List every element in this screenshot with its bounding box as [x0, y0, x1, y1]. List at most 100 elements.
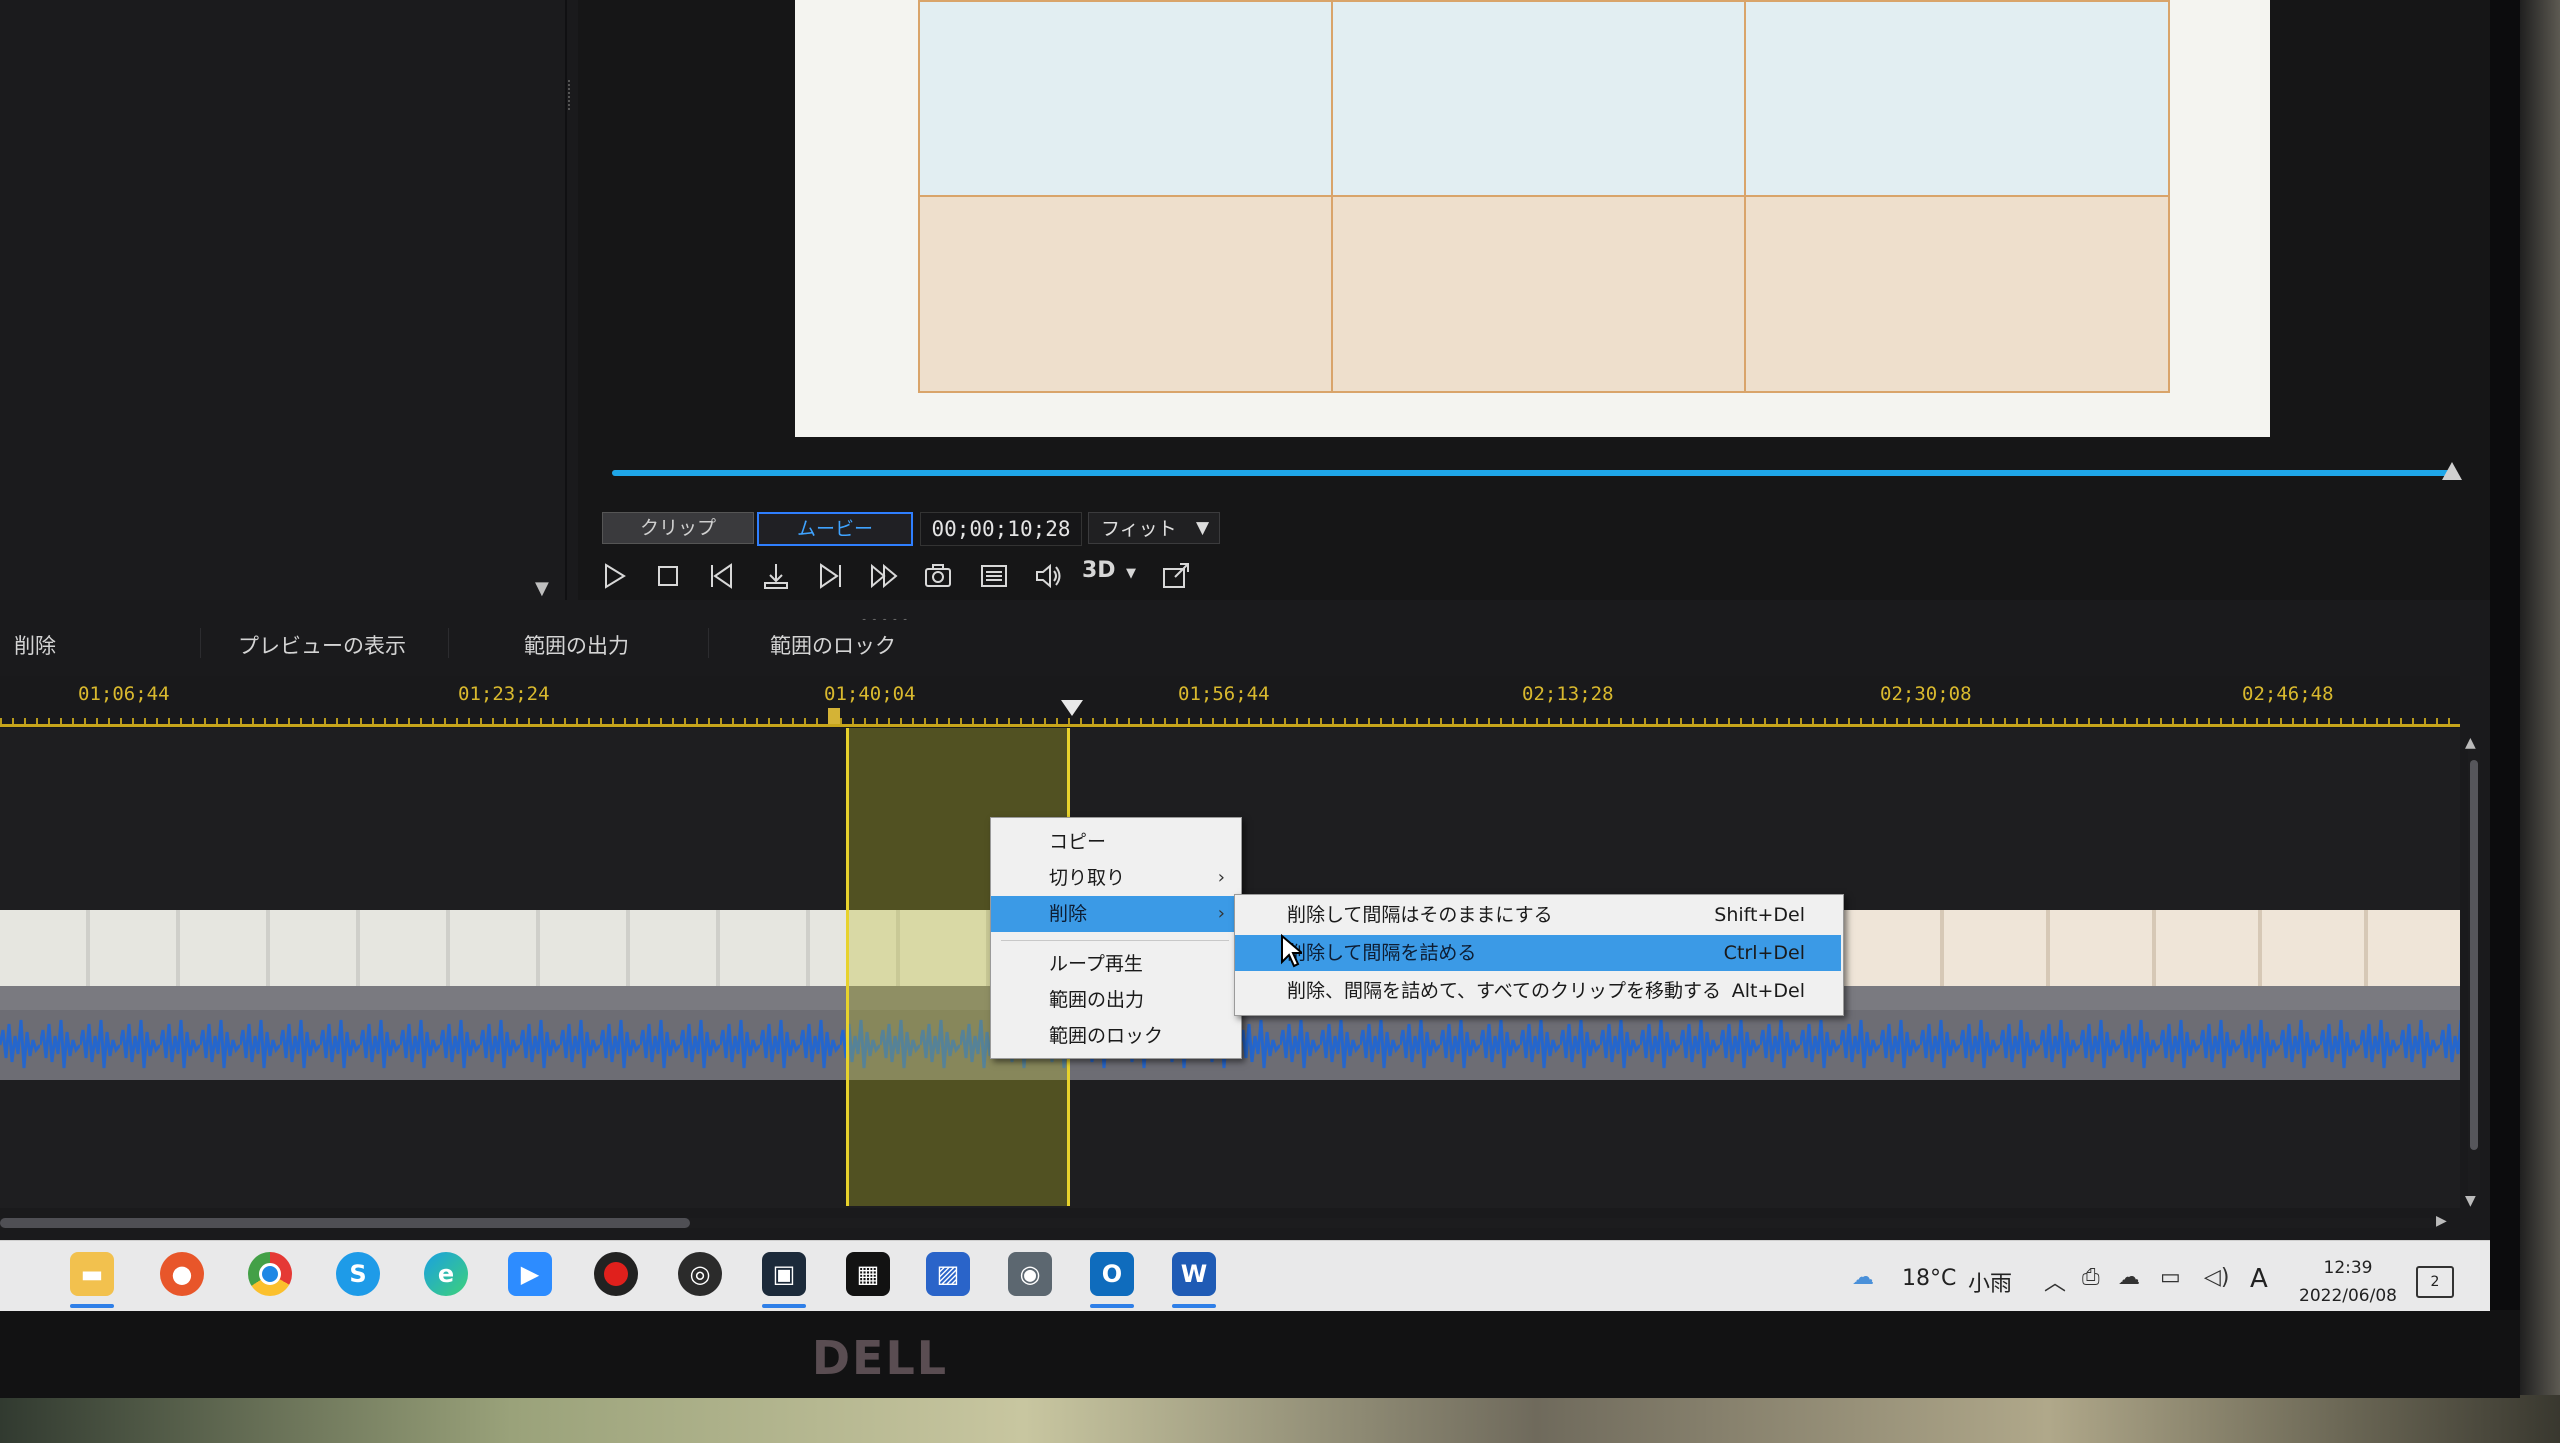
- menu-item-label: 切り取り: [1049, 867, 1126, 889]
- camera-icon[interactable]: ◉: [1008, 1252, 1052, 1296]
- weather-condition[interactable]: 小雨: [1968, 1266, 2012, 1298]
- library-scroll-down-icon[interactable]: ▼: [535, 578, 549, 599]
- word-icon[interactable]: W: [1172, 1252, 1216, 1296]
- room-background-right: [2520, 0, 2560, 1443]
- submenu-delete-close-gap[interactable]: 削除して間隔を詰める Ctrl+Del: [1235, 935, 1841, 971]
- range-start-marker[interactable]: [828, 708, 840, 724]
- movie-mode-button[interactable]: ムービー: [757, 512, 913, 546]
- snapshot-icon[interactable]: [918, 556, 958, 596]
- outlook-icon[interactable]: O: [1090, 1252, 1134, 1296]
- obs-icon[interactable]: ◎: [678, 1252, 722, 1296]
- ruler-label: 01;06;44: [78, 683, 170, 705]
- preview-cell: [920, 2, 1333, 197]
- meet-now-icon[interactable]: ⎙: [2082, 1265, 2100, 1290]
- ruler-label: 01;56;44: [1178, 683, 1270, 705]
- preview-content-table: [918, 0, 2170, 393]
- next-frame-icon[interactable]: [810, 556, 850, 596]
- toolbar-separator: [708, 628, 709, 658]
- volume-icon[interactable]: [1028, 556, 1068, 596]
- ruler-label: 02;30;08: [1880, 683, 1972, 705]
- onedrive-icon[interactable]: ☁: [2118, 1265, 2140, 1290]
- network-icon[interactable]: ▭: [2160, 1265, 2181, 1290]
- video-editor-icon[interactable]: ▣: [762, 1252, 806, 1296]
- menu-item-label: 範囲のロック: [1049, 1025, 1164, 1047]
- submenu-item-label: 削除して間隔はそのままにする: [1287, 904, 1553, 926]
- preview-cell: [1333, 197, 1746, 391]
- menu-item-label: 範囲の出力: [1049, 989, 1145, 1011]
- volume-icon[interactable]: ◁): [2204, 1265, 2230, 1290]
- photos-icon[interactable]: ▨: [926, 1252, 970, 1296]
- taskbar-active-indicator: [1090, 1304, 1134, 1308]
- menu-item-copy[interactable]: コピー: [991, 824, 1239, 860]
- menu-item-export-range[interactable]: 範囲の出力: [991, 982, 1239, 1018]
- ruler-label: 01;40;04: [824, 683, 916, 705]
- subtitle-icon[interactable]: [974, 556, 1014, 596]
- delete-submenu: 削除して間隔はそのままにする Shift+Del 削除して間隔を詰める Ctrl+D…: [1234, 894, 1844, 1016]
- menu-item-label: 削除: [1049, 903, 1088, 925]
- split-icon[interactable]: [756, 556, 796, 596]
- scroll-up-icon[interactable]: ▲: [2465, 735, 2476, 751]
- notification-center-icon[interactable]: 2: [2416, 1266, 2454, 1298]
- clock-time[interactable]: 12:39: [2300, 1258, 2396, 1278]
- video-clip-thumbnails[interactable]: [1838, 910, 2460, 986]
- record-icon[interactable]: [594, 1252, 638, 1296]
- seek-bar-progress: [612, 470, 2452, 476]
- shortcut-label: Shift+Del: [1714, 904, 1805, 926]
- submenu-item-label: 削除、間隔を詰めて、すべてのクリップを移動する: [1287, 980, 1721, 1002]
- threed-icon[interactable]: 3D: [1082, 558, 1116, 583]
- range-preview-button[interactable]: プレビューの表示: [238, 630, 406, 660]
- stop-icon[interactable]: [648, 556, 688, 596]
- submenu-delete-close-gap-move-all[interactable]: 削除、間隔を詰めて、すべてのクリップを移動する Alt+Del: [1235, 973, 1841, 1009]
- timecode-display[interactable]: 00;00;10;28: [920, 512, 1082, 546]
- edge-icon[interactable]: e: [424, 1252, 468, 1296]
- scroll-right-icon[interactable]: ▶: [2436, 1213, 2447, 1229]
- context-menu: コピー 切り取り › 削除 › ループ再生 範囲の出力 範囲のロック: [990, 817, 1242, 1059]
- ruler-baseline: [0, 724, 2460, 727]
- menu-item-cut[interactable]: 切り取り ›: [991, 860, 1239, 896]
- photo-director-icon[interactable]: ▦: [846, 1252, 890, 1296]
- room-background-bottom: [0, 1395, 2560, 1443]
- detach-preview-icon[interactable]: [1156, 556, 1196, 596]
- menu-item-loop-play[interactable]: ループ再生: [991, 946, 1239, 982]
- horizontal-scrollbar-thumb[interactable]: [0, 1218, 690, 1228]
- prev-frame-icon[interactable]: [702, 556, 742, 596]
- menu-item-delete[interactable]: 削除 ›: [991, 896, 1239, 932]
- fast-forward-icon[interactable]: [864, 556, 904, 596]
- toolbar-separator: [448, 628, 449, 658]
- preview-cell: [1746, 197, 2168, 391]
- ime-indicator[interactable]: A: [2250, 1264, 2268, 1294]
- skype-icon[interactable]: S: [336, 1252, 380, 1296]
- range-lock-button[interactable]: 範囲のロック: [770, 630, 896, 660]
- ruler-label: 01;23;24: [458, 683, 550, 705]
- clip-mode-button[interactable]: クリップ: [602, 512, 754, 544]
- zoom-icon[interactable]: ▶: [508, 1252, 552, 1296]
- monitor-bezel: [0, 1310, 2520, 1398]
- chrome-icon[interactable]: [248, 1252, 292, 1296]
- taskbar-active-indicator: [762, 1304, 806, 1308]
- chevron-right-icon: ›: [1217, 867, 1225, 888]
- monitor-logo: DELL: [811, 1331, 949, 1385]
- play-icon[interactable]: [594, 556, 634, 596]
- chevron-up-icon[interactable]: ︿: [2044, 1265, 2066, 1297]
- chevron-right-icon: ›: [1217, 903, 1225, 924]
- firefox-icon[interactable]: ●: [160, 1252, 204, 1296]
- panel-resize-grip[interactable]: [568, 80, 574, 110]
- clock-date[interactable]: 2022/06/08: [2286, 1286, 2410, 1306]
- weather-temp[interactable]: 18°C: [1902, 1266, 1956, 1291]
- menu-item-label: ループ再生: [1049, 953, 1143, 975]
- chevron-down-icon[interactable]: ▼: [1126, 566, 1136, 581]
- range-delete-button[interactable]: 削除: [14, 630, 56, 660]
- taskbar-active-indicator: [1172, 1304, 1216, 1308]
- seek-handle[interactable]: [2442, 462, 2462, 480]
- menu-item-label: コピー: [1049, 831, 1107, 853]
- submenu-delete-keep-gap[interactable]: 削除して間隔はそのままにする Shift+Del: [1235, 897, 1841, 933]
- menu-item-lock-range[interactable]: 範囲のロック: [991, 1018, 1239, 1054]
- file-explorer-icon[interactable]: ▬: [70, 1252, 114, 1296]
- range-export-button[interactable]: 範囲の出力: [524, 630, 629, 660]
- mouse-cursor-icon: [1281, 934, 1302, 968]
- vertical-scrollbar-thumb[interactable]: [2470, 760, 2478, 1150]
- scroll-down-icon[interactable]: ▼: [2465, 1193, 2476, 1209]
- weather-icon[interactable]: ☁: [1852, 1265, 1874, 1290]
- playhead-marker[interactable]: [1061, 700, 1083, 716]
- chevron-down-icon[interactable]: ▼: [1196, 512, 1209, 544]
